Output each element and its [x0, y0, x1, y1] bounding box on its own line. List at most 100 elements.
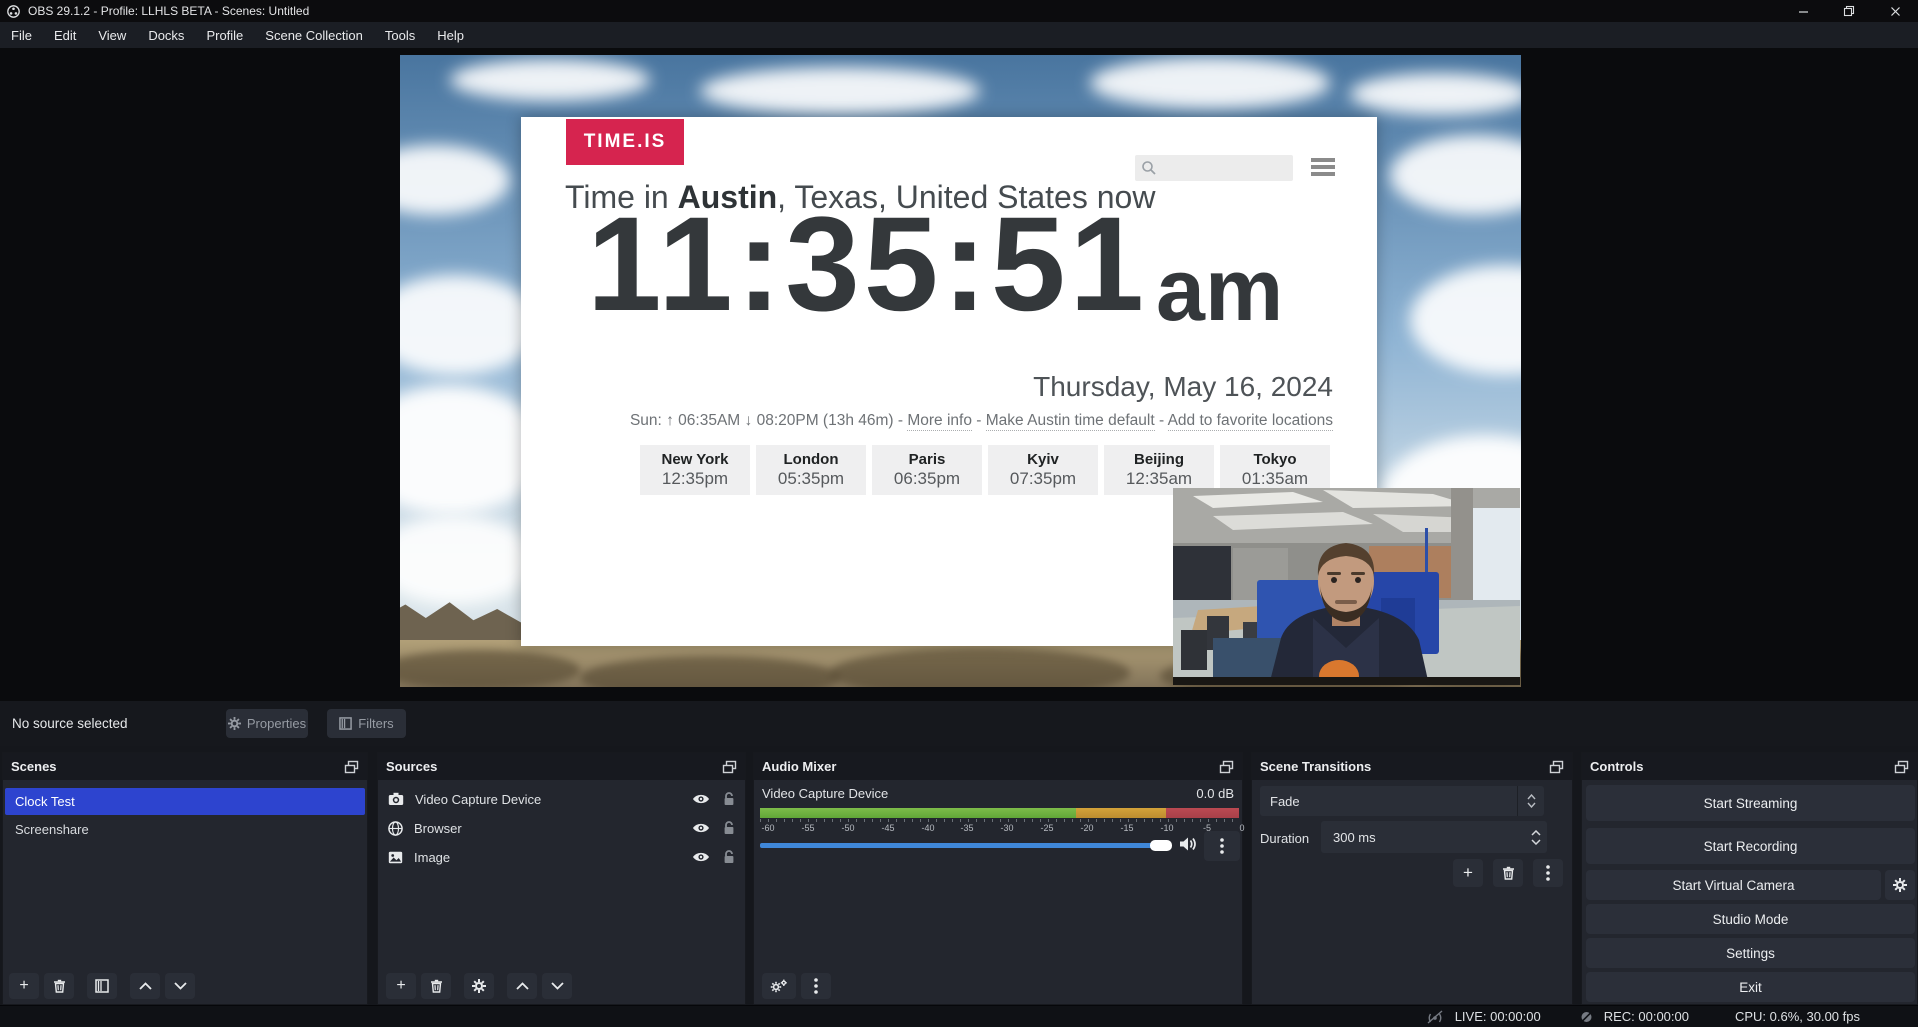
live-status: LIVE: 00:00:00 — [1455, 1009, 1541, 1024]
speaker-icon[interactable] — [1179, 836, 1198, 852]
restore-icon — [1843, 5, 1855, 17]
spin-up-icon[interactable] — [1531, 830, 1541, 836]
scene-item-clock-test[interactable]: Clock Test — [5, 788, 365, 815]
source-row-image[interactable]: Image — [378, 844, 745, 870]
obs-logo-icon — [7, 5, 20, 18]
mixer-menu-button[interactable] — [801, 973, 831, 999]
menu-edit[interactable]: Edit — [43, 22, 87, 48]
controls-header[interactable]: Controls — [1582, 753, 1917, 780]
settings-button[interactable]: Settings — [1586, 938, 1915, 968]
transition-properties-button[interactable] — [1533, 859, 1563, 887]
window-title: OBS 29.1.2 - Profile: LLHLS BETA - Scene… — [28, 4, 309, 18]
scene-down-button[interactable] — [165, 973, 195, 999]
dock-icon[interactable] — [1549, 760, 1564, 774]
eye-icon[interactable] — [692, 793, 710, 805]
start-streaming-button[interactable]: Start Streaming — [1586, 785, 1915, 821]
scenes-title: Scenes — [11, 759, 57, 774]
trash-icon — [1502, 866, 1515, 880]
source-row-video-capture[interactable]: Video Capture Device — [378, 786, 745, 812]
properties-button[interactable]: Properties — [226, 709, 308, 738]
studio-mode-button[interactable]: Studio Mode — [1586, 904, 1915, 934]
start-recording-button[interactable]: Start Recording — [1586, 828, 1915, 864]
dock-icon[interactable] — [1219, 760, 1234, 774]
eye-icon[interactable] — [692, 822, 710, 834]
dock-icon[interactable] — [722, 760, 737, 774]
menu-scene-collection[interactable]: Scene Collection — [254, 22, 374, 48]
sources-title: Sources — [386, 759, 437, 774]
chevron-down-icon — [551, 982, 564, 990]
kebab-menu-icon — [814, 978, 818, 994]
close-button[interactable] — [1872, 0, 1918, 22]
lock-icon[interactable] — [723, 850, 735, 864]
source-row-browser[interactable]: Browser — [378, 815, 745, 841]
volume-meter — [760, 808, 1239, 818]
scene-item-screenshare[interactable]: Screenshare — [5, 816, 365, 843]
filters-icon — [339, 717, 352, 730]
remove-transition-button[interactable] — [1493, 859, 1523, 887]
virtual-camera-config-button[interactable] — [1885, 870, 1915, 900]
duration-spinner[interactable]: 300 ms — [1321, 821, 1547, 853]
transitions-header[interactable]: Scene Transitions — [1252, 753, 1572, 780]
add-scene-button[interactable]: + — [9, 973, 39, 999]
sources-panel: Sources Video Capture Device Browser — [377, 752, 746, 1005]
chevron-down-icon — [174, 982, 187, 990]
scene-transitions-panel: Scene Transitions Fade Duration 300 ms + — [1251, 752, 1573, 1005]
advanced-audio-button[interactable] — [762, 973, 796, 999]
menu-docks[interactable]: Docks — [137, 22, 195, 48]
remove-scene-button[interactable] — [44, 973, 74, 999]
duration-label: Duration — [1260, 823, 1309, 853]
add-source-button[interactable]: + — [386, 973, 416, 999]
spin-down-icon[interactable] — [1531, 839, 1541, 845]
rec-icon — [1579, 1010, 1594, 1024]
lock-icon[interactable] — [723, 821, 735, 835]
scenes-panel-header[interactable]: Scenes — [3, 753, 367, 780]
mixer-row-menu-button[interactable] — [1204, 831, 1240, 861]
chevron-up-icon — [516, 982, 529, 990]
transitions-title: Scene Transitions — [1260, 759, 1371, 774]
audio-mixer-header[interactable]: Audio Mixer — [754, 753, 1242, 780]
menu-help[interactable]: Help — [426, 22, 475, 48]
scene-up-button[interactable] — [130, 973, 160, 999]
menubar: File Edit View Docks Profile Scene Colle… — [0, 22, 1918, 48]
scene-filters-button[interactable] — [87, 973, 117, 999]
image-icon — [388, 851, 403, 864]
kebab-menu-icon — [1220, 838, 1224, 854]
restore-button[interactable] — [1826, 0, 1872, 22]
dock-icon[interactable] — [1894, 760, 1909, 774]
meter-tickmarks — [760, 819, 1239, 822]
gear-icon — [472, 979, 486, 993]
start-virtual-camera-button[interactable]: Start Virtual Camera — [1586, 870, 1881, 900]
timeis-clock: 11:35:51 am — [587, 213, 1283, 318]
volume-slider-handle[interactable] — [1150, 840, 1172, 851]
eye-icon[interactable] — [692, 851, 710, 863]
menu-profile[interactable]: Profile — [195, 22, 254, 48]
city-box: Kyiv07:35pm — [988, 445, 1098, 495]
rec-status: REC: 00:00:00 — [1604, 1009, 1689, 1024]
exit-button[interactable]: Exit — [1586, 972, 1915, 1002]
timeis-date: Thursday, May 16, 2024 — [1033, 371, 1333, 403]
menu-view[interactable]: View — [87, 22, 137, 48]
volume-slider[interactable] — [760, 843, 1152, 848]
menu-file[interactable]: File — [0, 22, 43, 48]
source-down-button[interactable] — [542, 973, 572, 999]
chevron-up-icon — [139, 982, 152, 990]
timeis-sun-line: Sun: ↑ 06:35AM ↓ 08:20PM (13h 46m) - Mor… — [630, 412, 1333, 430]
minimize-button[interactable] — [1780, 0, 1826, 22]
close-icon — [1890, 6, 1901, 17]
dock-icon[interactable] — [344, 760, 359, 774]
filters-icon — [95, 979, 109, 993]
add-transition-button[interactable]: + — [1453, 859, 1483, 887]
clock-time: 11:35:51 — [587, 213, 1148, 318]
lock-icon[interactable] — [723, 792, 735, 806]
cloud — [1350, 73, 1521, 115]
hamburger-icon — [1311, 158, 1335, 179]
source-up-button[interactable] — [507, 973, 537, 999]
source-properties-button[interactable] — [464, 973, 494, 999]
transition-select[interactable]: Fade — [1260, 786, 1544, 816]
remove-source-button[interactable] — [421, 973, 451, 999]
webcam-overlay[interactable] — [1173, 488, 1520, 685]
filters-button[interactable]: Filters — [327, 709, 406, 738]
menu-tools[interactable]: Tools — [374, 22, 426, 48]
sources-panel-header[interactable]: Sources — [378, 753, 745, 780]
preview-canvas[interactable]: TIME.IS Time in Austin, Texas, United St… — [400, 55, 1521, 687]
